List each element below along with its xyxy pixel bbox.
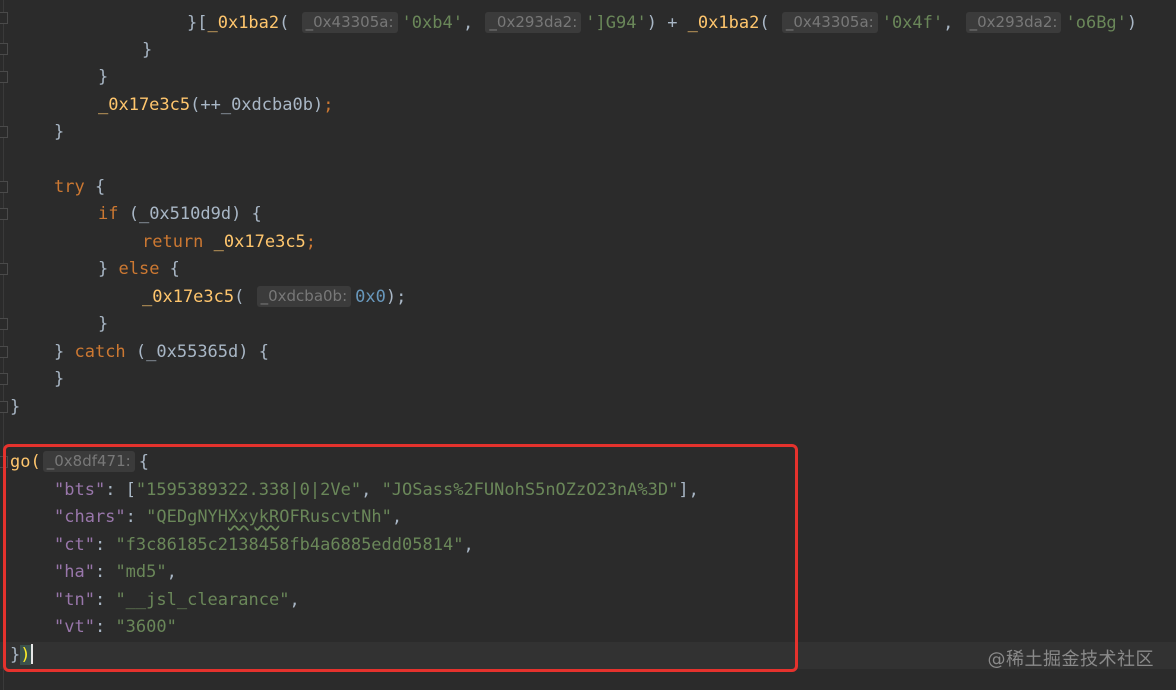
parameter-hint: _0x43305a: (301, 12, 398, 33)
brace: } (98, 314, 109, 334)
code-line[interactable]: }) (10, 642, 33, 669)
string-literal: "3600" (115, 617, 177, 637)
matched-paren: ) (20, 645, 31, 665)
function-name: _0x17e3c5 (98, 95, 191, 115)
brace: { (138, 452, 149, 472)
code-line[interactable]: "chars": "QEDgNYHXxykROFRuscvtNh", (54, 504, 402, 531)
fold-marker-icon[interactable] (0, 373, 8, 385)
code-line[interactable]: if (_0x510d9d) { (98, 201, 262, 228)
watermark: @稀土掘金技术社区 (987, 649, 1154, 670)
fold-marker-icon[interactable] (0, 71, 8, 83)
function-name: _0x17e3c5 (213, 232, 306, 252)
keyword: else (118, 259, 160, 279)
code-line[interactable]: } else { (98, 256, 180, 283)
keyword: try (54, 177, 85, 197)
code-line[interactable]: } (54, 119, 64, 146)
parameter-hint: _0x293da2: (965, 12, 1062, 33)
function-name: _0x17e3c5 (142, 287, 235, 307)
brace: } (10, 397, 21, 417)
gutter (3, 0, 4, 690)
code-line[interactable]: } (142, 37, 152, 64)
parameter-hint: _0x43305a: (781, 12, 878, 33)
string-literal: '0xb4' (401, 13, 463, 33)
code-line[interactable]: try { (54, 174, 105, 201)
brace: } (98, 259, 119, 279)
brace: } (10, 645, 21, 665)
keyword: if (98, 204, 119, 224)
fold-marker-icon[interactable] (0, 401, 8, 413)
fold-marker-icon[interactable] (0, 318, 8, 330)
function-name: _0x1ba2 (207, 13, 280, 33)
code-line[interactable]: "ha": "md5", (54, 559, 177, 586)
function-name: _0x1ba2 (687, 13, 760, 33)
code-line[interactable]: _0x17e3c5(++_0xdcba0b); (98, 92, 333, 119)
fold-marker-icon[interactable] (0, 181, 8, 193)
json-key: "bts" (54, 480, 106, 500)
code-text: ); (385, 287, 407, 307)
brace: } (54, 122, 65, 142)
code-text: { (84, 177, 106, 197)
keyword: return (142, 232, 204, 252)
parameter-hint: _0x293da2: (485, 12, 582, 33)
call-arguments: (++_0xdcba0b) (190, 95, 324, 115)
fold-marker-icon[interactable] (0, 346, 8, 358)
code-line[interactable]: go(_0x8df471:{ (10, 449, 149, 476)
string-literal: 'o6Bg' (1065, 13, 1127, 33)
json-key: "chars" (54, 507, 126, 527)
semicolon: ; (305, 232, 317, 252)
parameter-hint: _0xdcba0b: (256, 286, 352, 307)
fold-marker-icon[interactable] (0, 12, 8, 24)
string-literal: "1595389322.338|0|2Ve" (135, 480, 362, 500)
code-line[interactable]: _0x17e3c5( _0xdcba0b: 0x0); (142, 284, 406, 311)
fold-marker-icon[interactable] (0, 263, 8, 275)
code-line[interactable]: }[_0x1ba2( _0x43305a: '0xb4', _0x293da2: '… (187, 10, 1137, 37)
fold-marker-icon[interactable] (0, 43, 8, 55)
code-line[interactable]: } catch (_0x55365d) { (54, 339, 269, 366)
spelling-warning[interactable]: XxykR (228, 507, 279, 527)
code-line[interactable]: } (10, 394, 20, 421)
code-line[interactable]: "vt": "3600" (54, 614, 177, 641)
brace: } (98, 67, 109, 87)
code-text: { (159, 259, 180, 279)
code-line[interactable]: "tn": "__jsl_clearance", (54, 587, 300, 614)
code-line[interactable]: } (98, 64, 108, 91)
semicolon: ; (323, 95, 334, 115)
json-key: "tn" (54, 590, 95, 610)
code-text: (_0x510d9d) { (118, 204, 262, 224)
number-literal: 0x0 (355, 287, 386, 307)
string-literal: ']G94' (585, 13, 647, 33)
code-line[interactable]: return _0x17e3c5; (142, 229, 316, 256)
string-literal: "__jsl_clearance" (115, 590, 290, 610)
code-editor[interactable]: }[_0x1ba2( _0x43305a: '0xb4', _0x293da2: '… (0, 0, 1176, 690)
code-line[interactable]: } (54, 366, 64, 393)
brace: } (142, 40, 153, 60)
code-line[interactable]: "ct": "f3c86185c2138458fb4a6885edd05814"… (54, 532, 474, 559)
string-literal: "JOSass%2FUNohS5nOZzO23nA%3D" (381, 480, 679, 500)
code-text: (_0x55365d) { (125, 342, 269, 362)
string-literal: '0x4f' (881, 13, 944, 33)
fold-marker-icon[interactable] (0, 456, 8, 468)
brace: } (54, 369, 65, 389)
json-key: "ct" (54, 535, 95, 555)
fold-marker-icon[interactable] (0, 208, 8, 220)
json-key: "vt" (54, 617, 95, 637)
keyword: catch (74, 342, 126, 362)
text-caret (30, 644, 33, 664)
string-literal: "md5" (115, 562, 167, 582)
fold-marker-icon[interactable] (0, 126, 8, 138)
string-literal: "f3c86185c2138458fb4a6885edd05814" (115, 535, 464, 555)
string-literal: OFRuscvtNh" (279, 507, 392, 527)
brace: } (54, 342, 75, 362)
string-literal: "QEDgNYH (146, 507, 229, 527)
json-key: "ha" (54, 562, 95, 582)
parameter-hint: _0x8df471: (42, 451, 135, 472)
code-line[interactable]: } (98, 311, 108, 338)
function-name: go (10, 452, 31, 472)
code-line[interactable]: "bts": ["1595389322.338|0|2Ve", "JOSass%… (54, 477, 699, 504)
